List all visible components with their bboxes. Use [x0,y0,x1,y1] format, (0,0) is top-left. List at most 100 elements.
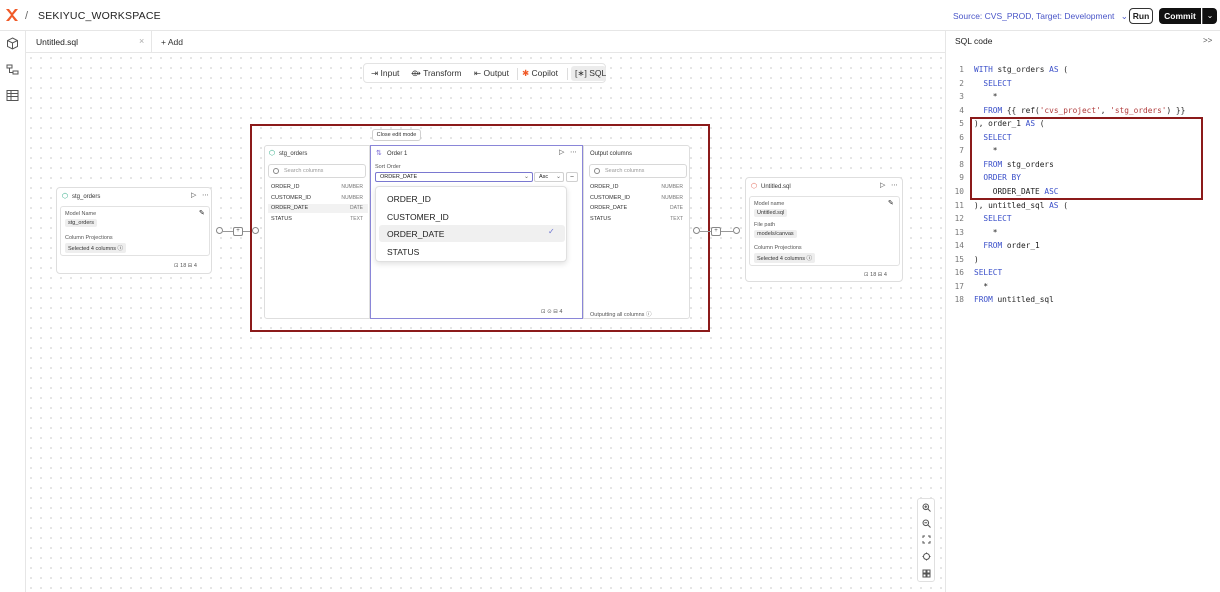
transform-icon: ⟴ [411,68,421,78]
column-name[interactable]: CUSTOMER_ID [590,195,630,201]
column-name[interactable]: ORDER_ID [590,184,618,190]
code-text: WITH stg_orders AS ( [974,65,1068,74]
file-path-label: File path [754,222,776,228]
node-title: Untitled.sql [761,184,791,190]
zoom-in-icon[interactable] [922,503,931,512]
sql-icon: [∗] [575,68,587,78]
input-tool-button[interactable]: ⇥ Input [371,68,399,79]
column-type: DATE [670,205,683,211]
source-node[interactable]: ⬡ stg_orders ▷ ⋯ Model Name ✎ stg_orders… [56,187,212,274]
environment-selector[interactable]: Source: CVS_PROD, Target: Development ⌄ [953,11,1128,22]
commit-dropdown-button[interactable]: ⌄ [1202,8,1217,24]
code-text: * [974,227,998,237]
add-node-button[interactable]: + [711,227,721,236]
line-number: 2 [959,78,964,88]
output-tool-button[interactable]: ⇤ Output [474,68,509,79]
play-icon[interactable]: ▷ [559,148,564,156]
output-footer: Outputting all columns ⓘ [590,312,652,318]
copilot-button[interactable]: ✱ Copilot [522,68,558,79]
output-tool-label: Output [483,68,510,78]
output-port[interactable] [216,227,223,234]
sort-column-select[interactable]: ORDER_DATE ⌄ [375,172,533,182]
more-icon[interactable]: ⋯ [570,148,577,156]
sort-direction-select[interactable]: Asc ⌄ [534,172,564,182]
target-node[interactable]: ⬡ Untitled.sql ▷ ⋯ Model name ✎ Untitled… [745,177,903,282]
app-logo-icon[interactable] [5,8,19,22]
commit-button[interactable]: Commit [1159,8,1201,24]
add-tab-button[interactable]: + Add [161,37,183,47]
line-number: 12 [954,214,964,224]
column-type: DATE [350,205,363,211]
check-icon: ✓ [548,227,555,236]
code-text: FROM {{ ref('cvs_project', 'stg_orders')… [983,105,1186,115]
center-icon[interactable] [922,552,931,561]
remove-sort-button[interactable]: – [566,172,578,182]
close-edit-mode-button[interactable]: Close edit mode [372,129,421,141]
lineage-icon[interactable] [6,63,19,76]
code-text: SELECT [974,268,1003,278]
run-button[interactable]: Run [1129,8,1153,24]
grid-icon[interactable] [922,569,931,578]
node-footer-stats: ⊡ 18 ⊟ 4 [864,272,887,278]
column-name[interactable]: STATUS [590,216,611,222]
play-icon[interactable]: ▷ [880,181,885,189]
model-name-chip: Untitled.sql [754,209,788,217]
dropdown-option[interactable]: STATUS [387,247,419,257]
column-type: TEXT [350,215,363,222]
zoom-controls [917,498,935,582]
copilot-label: Copilot [531,68,558,78]
transform-tool-button[interactable]: ⟴ Transform [411,68,461,79]
workspace-name[interactable]: SEKIYUC_WORKSPACE [38,10,161,22]
dropdown-option[interactable]: CUSTOMER_ID [387,212,449,222]
column-name[interactable]: ORDER_DATE [590,205,627,211]
column-name[interactable]: ORDER_DATE [271,205,308,211]
node-title: stg_orders [72,194,101,200]
code-highlight [970,117,1203,200]
edit-icon[interactable]: ✎ [199,209,205,217]
add-node-button[interactable]: + [233,227,243,236]
input-columns-panel: ⬡ stg_orders Search columns ORDER_ID NUMB… [264,145,370,319]
close-icon[interactable]: × [139,36,144,46]
output-columns-search[interactable]: Search columns [589,164,687,178]
panel-footer-stats: ⊡ ⊙ ⊟ 4 [541,309,563,315]
table-icon[interactable] [6,89,19,102]
sort-column-value: ORDER_DATE [380,174,418,180]
input-port[interactable] [733,227,740,234]
projections-chip: Selected 4 columns ⓘ [65,243,127,253]
sort-order-label: Sort Order [375,164,401,170]
projections-label: Column Projections [754,245,802,251]
line-number: 11 [954,200,964,210]
canvas-toolbar: ⇥ Input ⟴ Transform ⇤ Output ✱ Copilot [… [363,63,606,83]
edit-icon[interactable]: ✎ [888,199,894,207]
dropdown-option[interactable]: ORDER_DATE [387,229,444,239]
line-number: 1 [959,65,964,74]
column-type: NUMBER [661,184,683,190]
column-type: NUMBER [341,184,363,190]
output-port[interactable] [693,227,700,234]
dropdown-option[interactable]: ORDER_ID [387,194,431,204]
more-icon[interactable]: ⋯ [891,181,898,189]
zoom-out-icon[interactable] [922,519,931,528]
node-config-card: Model Name ✎ stg_orders Column Projectio… [60,206,210,256]
input-columns-search[interactable]: Search columns [268,164,366,178]
code-text: FROM order_1 [983,241,1040,251]
code-text: FROM untitled_sql [974,295,1054,305]
fit-view-icon[interactable] [922,535,931,544]
line-number: 7 [959,146,964,156]
panel-title: stg_orders [279,151,308,157]
column-type: NUMBER [341,194,363,201]
sql-file-icon: ⬡ [751,183,758,190]
tab-untitled-sql[interactable]: Untitled.sql × [26,31,152,53]
column-name[interactable]: CUSTOMER_ID [271,195,311,201]
left-rail [0,31,26,592]
line-number: 14 [954,241,964,251]
column-name[interactable]: ORDER_ID [271,184,299,190]
top-bar: / SEKIYUC_WORKSPACE Source: CVS_PROD, Ta… [0,0,1220,31]
code-text: * [974,281,989,291]
more-icon[interactable]: ⋯ [202,191,209,199]
column-name[interactable]: STATUS [271,216,292,222]
collapse-panel-button[interactable]: >> [1203,36,1212,45]
cube-icon[interactable] [6,37,19,50]
play-icon[interactable]: ▷ [191,191,196,199]
code-text: SELECT [983,78,1012,88]
